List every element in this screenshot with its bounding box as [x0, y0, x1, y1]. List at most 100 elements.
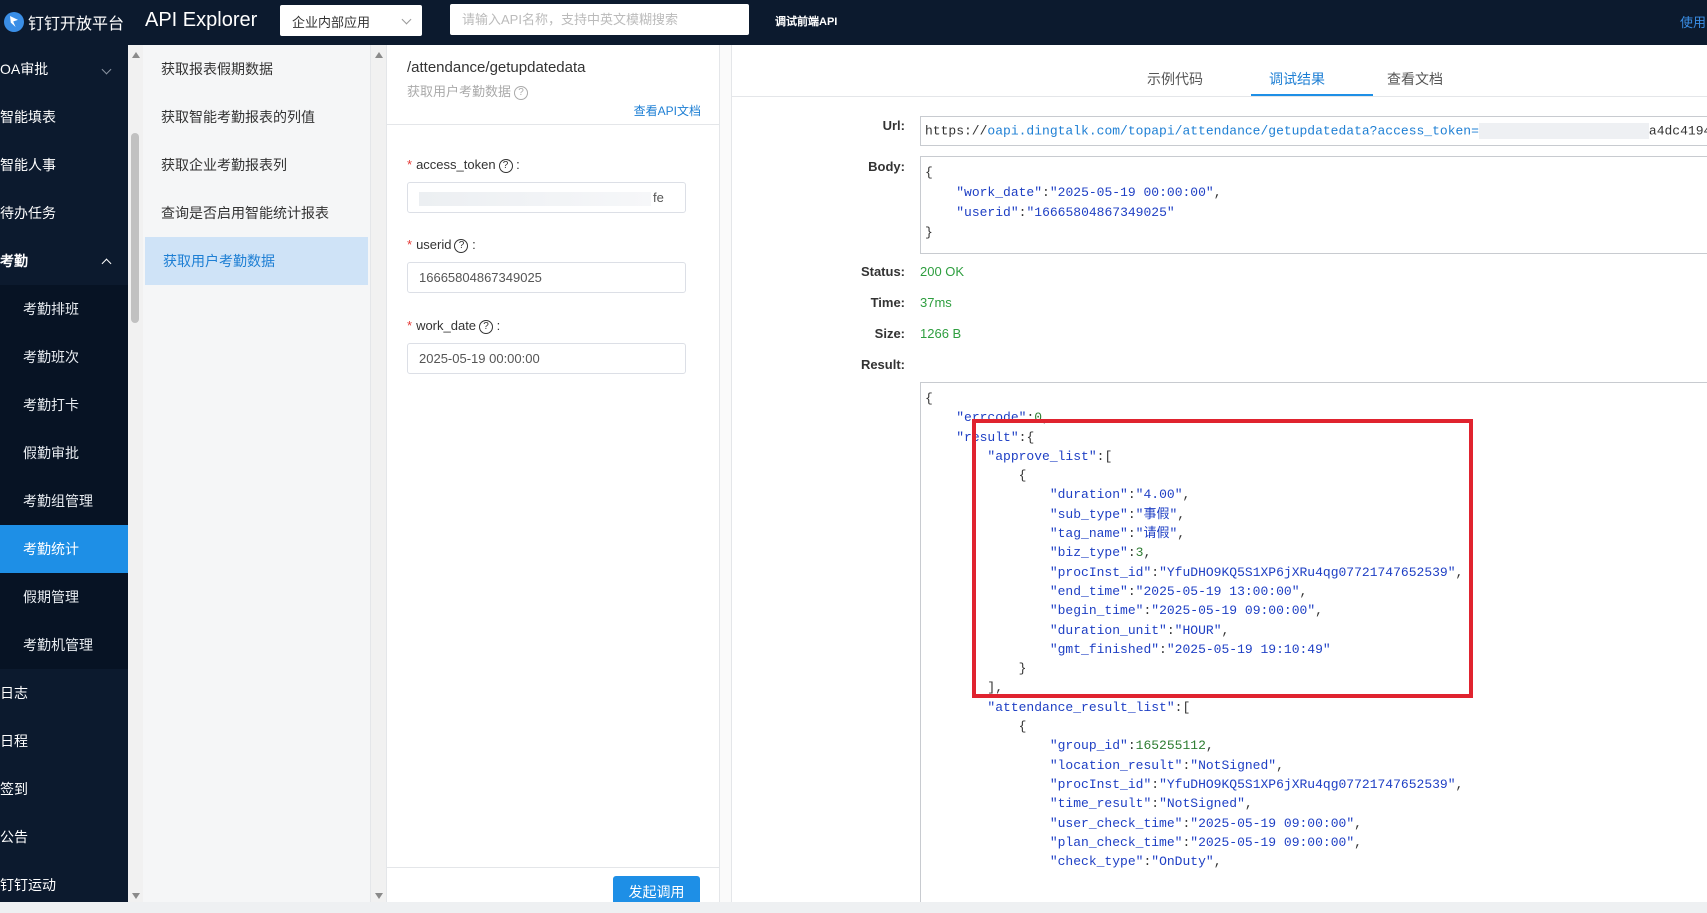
- code-line: "check_type":"OnDuty",: [1049, 854, 1222, 870]
- time-result-value: NotSigned: [1166, 796, 1238, 812]
- api-list-scrollbar[interactable]: [371, 45, 386, 913]
- help-icon[interactable]: ?: [498, 158, 513, 173]
- help-icon[interactable]: ?: [514, 85, 529, 100]
- url-field[interactable]: https://oapi.dingtalk.com/topapi/attenda…: [920, 116, 1707, 146]
- horizontal-scrollbar[interactable]: [0, 902, 1707, 913]
- check-type-value: OnDuty: [1159, 854, 1206, 870]
- scroll-up-arrow-icon[interactable]: [132, 52, 140, 58]
- body-userid: 16665804867349025: [1034, 205, 1167, 220]
- tab-debug-result[interactable]: 调试结果: [1269, 69, 1325, 89]
- time-value: 37ms: [920, 295, 952, 310]
- size-value: 1266 B: [920, 326, 962, 341]
- sidebar-item-oa[interactable]: OA审批: [0, 45, 128, 93]
- sidebar-item-todo[interactable]: 待办任务: [0, 189, 128, 237]
- api-path: /attendance/getupdatedata: [407, 59, 586, 76]
- required-mark: *: [407, 318, 413, 333]
- sidebar-item-label: 智能人事: [0, 157, 56, 173]
- api-list-item-active[interactable]: 获取用户考勤数据: [145, 237, 368, 285]
- sidebar-item-checkin[interactable]: 签到: [0, 765, 128, 813]
- sidebar-subitem-active[interactable]: 考勤统计: [0, 525, 128, 573]
- work-date-input[interactable]: 2025-05-19 00:00:00: [407, 343, 686, 374]
- app-type-select[interactable]: 企业内部应用: [280, 5, 422, 36]
- highlight-annotation-box: [972, 419, 1473, 698]
- app-type-value: 企业内部应用: [292, 15, 371, 30]
- api-search-input[interactable]: [450, 4, 749, 35]
- code-line: "work_date":"2025-05-19 00:00:00",: [956, 185, 1222, 200]
- top-bar: 钉钉开放平台 API Explorer 企业内部应用 调试前端API 使用: [0, 0, 1707, 45]
- code-line: "plan_check_time":"2025-05-19 09:00:00",: [1049, 834, 1362, 850]
- view-api-doc-link[interactable]: 查看API文档: [634, 102, 701, 119]
- sidebar-subitem[interactable]: 假勤审批: [0, 429, 128, 477]
- code-line: }: [925, 225, 933, 240]
- code-line: {: [925, 391, 933, 406]
- sidebar-item-hr[interactable]: 智能人事: [0, 141, 128, 189]
- sidebar-item-attendance[interactable]: 考勤: [0, 237, 128, 285]
- size-label: Size:: [874, 326, 905, 341]
- sidebar: OA审批 智能填表 智能人事 待办任务 考勤 考勤排班 考勤班次 考勤打卡 假勤…: [0, 45, 128, 913]
- param-scrollbar[interactable]: [720, 45, 732, 913]
- tab-sample-code[interactable]: 示例代码: [1147, 69, 1203, 89]
- sidebar-item-label: 智能填表: [0, 109, 56, 125]
- redacted-token: [1478, 123, 1649, 139]
- url-path: oapi.dingtalk.com/topapi/attendance/getu…: [987, 123, 1479, 139]
- body-work-date: 2025-05-19 00:00:00: [1057, 185, 1206, 200]
- chevron-down-icon: [401, 14, 412, 25]
- result-tabs: 示例代码 调试结果 查看文档: [732, 45, 1707, 97]
- code-line: "procInst_id":"YfuDHO9KQ5S1XP6jXRu4qg077…: [1049, 776, 1464, 792]
- field-name: access_token: [416, 157, 496, 172]
- required-mark: *: [407, 237, 413, 252]
- sidebar-item-label: OA审批: [0, 61, 49, 77]
- userid-input[interactable]: 16665804867349025: [407, 262, 686, 293]
- tab-view-doc[interactable]: 查看文档: [1387, 69, 1443, 89]
- sidebar-item-label: 考勤: [0, 253, 28, 269]
- scroll-down-arrow-icon[interactable]: [375, 893, 383, 899]
- sidebar-item-label: 待办任务: [0, 205, 56, 221]
- help-icon[interactable]: ?: [454, 238, 469, 253]
- sidebar-item-form[interactable]: 智能填表: [0, 93, 128, 141]
- scrollbar-thumb[interactable]: [131, 133, 139, 323]
- redacted-token: [419, 191, 651, 206]
- sidebar-subitem[interactable]: 考勤机管理: [0, 621, 128, 669]
- footer-divider: [387, 867, 719, 868]
- sidebar-subitem[interactable]: 考勤打卡: [0, 381, 128, 429]
- sidebar-subitem[interactable]: 考勤组管理: [0, 477, 128, 525]
- sidebar-subitem[interactable]: 考勤班次: [0, 333, 128, 381]
- scroll-up-arrow-icon[interactable]: [375, 52, 383, 58]
- sidebar-item-notice[interactable]: 公告: [0, 813, 128, 861]
- time-label: Time:: [870, 295, 905, 310]
- code-line: "location_result":"NotSigned",: [1049, 757, 1284, 773]
- group-id-value: 165255112: [1135, 738, 1206, 754]
- sidebar-item-log[interactable]: 日志: [0, 669, 128, 717]
- work-date-label: * work_date? :: [407, 318, 501, 334]
- body-field[interactable]: { "work_date":"2025-05-19 00:00:00", "us…: [920, 156, 1707, 254]
- result-label: Result:: [860, 357, 905, 372]
- location-result-value: NotSigned: [1198, 757, 1269, 773]
- logo-text: 钉钉开放平台: [28, 16, 125, 33]
- front-api-link[interactable]: 调试前端API: [775, 13, 837, 29]
- scroll-down-arrow-icon[interactable]: [132, 893, 140, 899]
- page-title: API Explorer: [145, 9, 258, 31]
- api-list-item[interactable]: 获取智能考勤报表的列值: [143, 93, 370, 141]
- access-token-input[interactable]: fe: [407, 182, 686, 213]
- help-icon[interactable]: ?: [479, 319, 494, 334]
- code-line: {: [925, 165, 933, 180]
- sidebar-scrollbar[interactable]: [128, 45, 143, 913]
- code-line: {: [925, 719, 1027, 735]
- api-list-item[interactable]: 查询是否启用智能统计报表: [143, 189, 370, 237]
- field-name: work_date: [416, 318, 477, 333]
- procinst-id-value: YfuDHO9KQ5S1XP6jXRu4qg07721747652539: [1166, 776, 1448, 792]
- api-list-item[interactable]: 获取报表假期数据: [143, 45, 370, 93]
- api-list: 获取报表假期数据 获取智能考勤报表的列值 获取企业考勤报表列 查询是否启用智能统…: [143, 45, 371, 913]
- status-label: Status:: [860, 264, 905, 279]
- logo[interactable]: 钉钉开放平台: [4, 10, 124, 34]
- required-mark: *: [407, 157, 413, 172]
- usage-link[interactable]: 使用: [1680, 12, 1706, 31]
- sidebar-subitem[interactable]: 考勤排班: [0, 285, 128, 333]
- api-list-item[interactable]: 获取企业考勤报表列: [143, 141, 370, 189]
- url-label: Url:: [882, 118, 905, 133]
- user-check-time-value: 2025-05-19 09:00:00: [1198, 815, 1347, 831]
- code-line: "userid":"16665804867349025": [956, 205, 1175, 220]
- sidebar-subitem[interactable]: 假期管理: [0, 573, 128, 621]
- sidebar-item-calendar[interactable]: 日程: [0, 717, 128, 765]
- access-token-label: * access_token? :: [407, 157, 520, 173]
